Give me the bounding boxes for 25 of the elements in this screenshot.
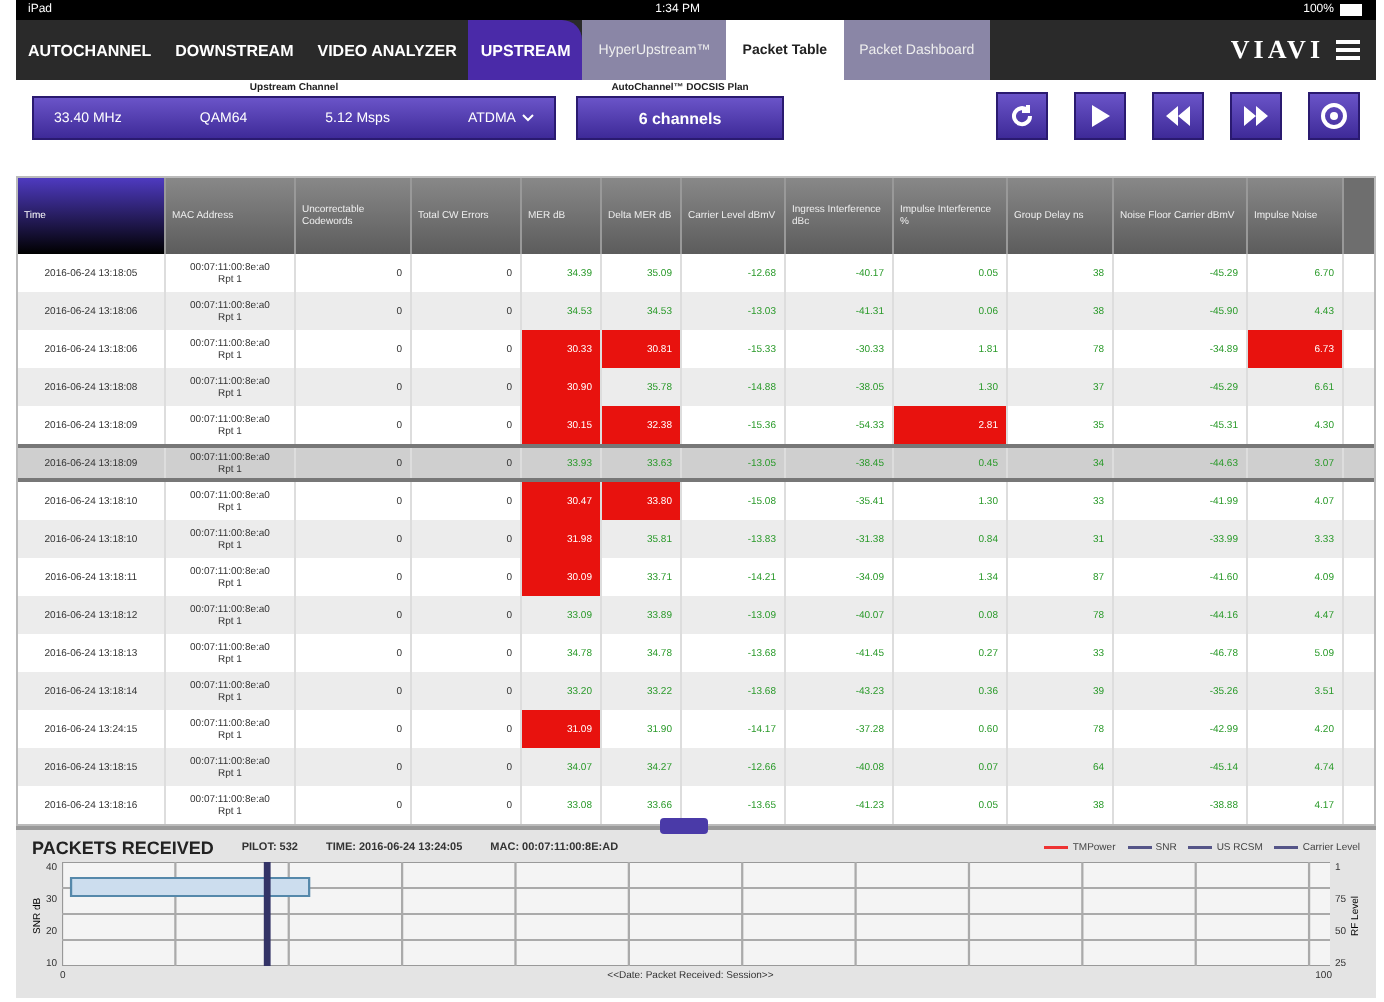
- main-tab[interactable]: DOWNSTREAM: [163, 20, 306, 80]
- legend-line-icon: [1274, 842, 1299, 854]
- step-back-button[interactable]: [1152, 92, 1204, 140]
- settings-button[interactable]: [1308, 92, 1360, 140]
- brand-logo: VIAVI: [1230, 34, 1324, 66]
- legend-line-icon: [1127, 842, 1152, 854]
- step-forward-icon: [1242, 102, 1270, 130]
- legend-line-icon: [1044, 842, 1069, 854]
- plan-button[interactable]: 6 channels: [576, 96, 784, 140]
- main-tab[interactable]: UPSTREAM: [468, 20, 583, 80]
- main-tab[interactable]: AUTOCHANNEL: [16, 20, 164, 80]
- refresh-button[interactable]: [996, 92, 1048, 140]
- step-forward-button[interactable]: [1230, 92, 1282, 140]
- play-button[interactable]: [1074, 92, 1126, 140]
- refresh-icon: [1008, 102, 1036, 130]
- step-back-icon: [1164, 102, 1192, 130]
- play-icon: [1086, 102, 1114, 130]
- menu-icon[interactable]: [1336, 40, 1360, 60]
- battery-icon: [1339, 4, 1364, 16]
- chart-title: PACKETS RECEIVED: [32, 838, 214, 858]
- legend-line-icon: [1188, 842, 1213, 854]
- main-tab[interactable]: VIDEO ANALYZER: [305, 20, 469, 80]
- chevron-down-icon: [521, 114, 534, 122]
- settings-icon: [1320, 102, 1348, 130]
- panel-handle[interactable]: [660, 818, 708, 834]
